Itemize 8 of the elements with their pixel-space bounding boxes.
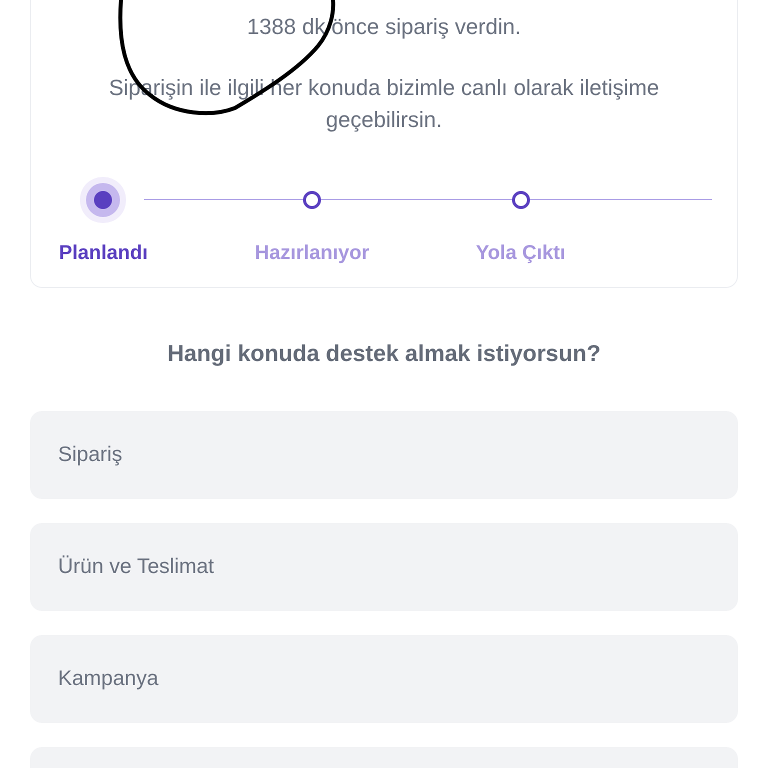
- topic-option[interactable]: Ürün ve Teslimat: [30, 523, 738, 611]
- step-label: Yola Çıktı: [476, 242, 566, 265]
- topic-option[interactable]: Kampanya: [30, 635, 738, 723]
- support-question: Hangi konuda destek almak istiyorsun?: [166, 340, 602, 367]
- order-time-text: 1388 dk önce sipariş verdin.: [247, 14, 521, 40]
- step-label: Planlandı: [58, 242, 148, 265]
- topic-option[interactable]: Sipariş: [30, 411, 738, 499]
- step-label: Hazırlanıyor: [254, 242, 370, 265]
